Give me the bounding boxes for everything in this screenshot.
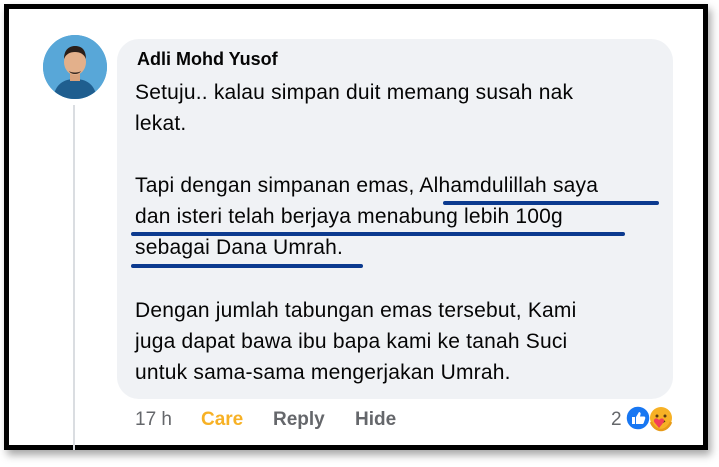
comment-line: lekat. (135, 112, 187, 135)
screenshot-frame: Adli Mohd Yusof Setuju.. kalau simpan du… (4, 4, 708, 450)
comment-line: Dengan jumlah tabungan emas tersebut, Ka… (135, 299, 577, 322)
comment-line: Tapi dengan simpanan emas, Alhamdulillah… (135, 174, 599, 197)
care-button[interactable]: Care (201, 409, 243, 431)
reply-button[interactable]: Reply (273, 409, 325, 431)
comment-line: dan isteri telah berjaya menabung lebih … (135, 205, 563, 228)
avatar-image (43, 35, 107, 99)
reaction-count: 2 (611, 409, 622, 430)
comment-line: sebagai Dana Umrah. (135, 236, 344, 259)
highlight-underline (131, 232, 625, 236)
highlight-underline (131, 264, 363, 268)
highlight-underline (443, 201, 659, 205)
comment-line: Setuju.. kalau simpan duit memang susah … (135, 81, 574, 104)
reply-thread-line (73, 105, 75, 450)
author-avatar[interactable] (43, 35, 107, 99)
comment-bubble: Adli Mohd Yusof Setuju.. kalau simpan du… (117, 39, 673, 399)
comment-line: juga dapat bawa ibu bapa kami ke tanah S… (135, 330, 568, 353)
comment-line: untuk sama-sama mengerjakan Umrah. (135, 361, 511, 384)
care-icon (649, 407, 673, 432)
hide-button[interactable]: Hide (355, 409, 396, 431)
comment-timestamp[interactable]: 17 h (135, 409, 172, 431)
comment-author[interactable]: Adli Mohd Yusof (137, 49, 278, 70)
